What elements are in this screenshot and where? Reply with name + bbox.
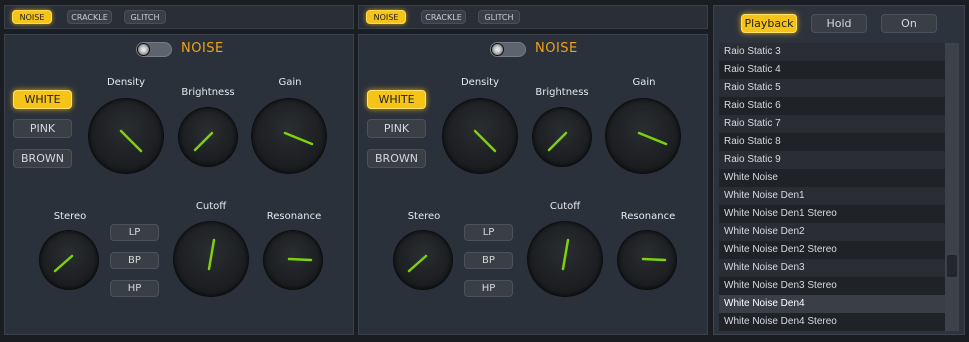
cutoff-knob[interactable] xyxy=(174,222,248,296)
pink-button[interactable]: PINK xyxy=(367,119,426,138)
tab-crackle[interactable]: CRACKLE xyxy=(421,10,466,24)
brown-button[interactable]: BROWN xyxy=(367,149,426,168)
preset-list[interactable]: Raio Static 3 Raio Static 4 Raio Static … xyxy=(719,43,959,331)
list-item[interactable]: Raio Static 5 xyxy=(719,79,945,97)
cutoff-label: Cutoff xyxy=(549,201,581,212)
preset-scrollbar[interactable] xyxy=(945,43,959,331)
density-label: Density xyxy=(106,77,146,88)
tab-glitch[interactable]: GLITCH xyxy=(124,10,166,24)
list-item[interactable]: White Noise Den1 xyxy=(719,187,945,205)
stereo-knob[interactable] xyxy=(40,231,98,289)
resonance-label: Resonance xyxy=(266,211,322,222)
cutoff-knob[interactable] xyxy=(528,222,602,296)
list-item[interactable]: White Noise Den4 Stereo xyxy=(719,313,945,331)
density-label: Density xyxy=(460,77,500,88)
list-item[interactable]: Raio Static 6 xyxy=(719,97,945,115)
resonance-label: Resonance xyxy=(620,211,676,222)
list-item[interactable]: Raio Static 8 xyxy=(719,133,945,151)
tab-glitch[interactable]: GLITCH xyxy=(478,10,520,24)
on-button[interactable]: On xyxy=(881,14,937,33)
tab-bar-right: NOISE CRACKLE GLITCH xyxy=(358,5,708,29)
pink-button[interactable]: PINK xyxy=(13,119,72,138)
list-item[interactable]: White Noise Den2 Stereo xyxy=(719,241,945,259)
brightness-label: Brightness xyxy=(181,87,235,98)
lp-button[interactable]: LP xyxy=(464,224,513,241)
list-item[interactable]: White Noise Den3 Stereo xyxy=(719,277,945,295)
stereo-label: Stereo xyxy=(407,211,441,222)
list-item[interactable]: White Noise xyxy=(719,169,945,187)
stereo-knob[interactable] xyxy=(394,231,452,289)
hold-button[interactable]: Hold xyxy=(811,14,867,33)
resonance-knob[interactable] xyxy=(618,231,676,289)
panel-title: NOISE xyxy=(181,41,224,56)
noise-panel-2: NOISE WHITE PINK BROWN Density Brightnes… xyxy=(358,34,708,335)
white-button[interactable]: WHITE xyxy=(13,90,72,109)
bp-button[interactable]: BP xyxy=(110,252,159,269)
brightness-knob[interactable] xyxy=(533,108,591,166)
brown-button[interactable]: BROWN xyxy=(13,149,72,168)
noise-enable-toggle[interactable] xyxy=(136,42,172,57)
density-knob[interactable] xyxy=(443,99,517,173)
tab-bar-left: NOISE CRACKLE GLITCH xyxy=(4,5,354,29)
tab-noise[interactable]: NOISE xyxy=(366,10,406,24)
gain-knob[interactable] xyxy=(606,99,680,173)
list-item[interactable]: Raio Static 3 xyxy=(719,43,945,61)
hp-button[interactable]: HP xyxy=(464,280,513,297)
noise-panel-1: NOISE WHITE PINK BROWN Density Brightnes… xyxy=(4,34,354,335)
resonance-knob[interactable] xyxy=(264,231,322,289)
list-item[interactable]: White Noise Den1 Stereo xyxy=(719,205,945,223)
gain-label: Gain xyxy=(278,77,302,88)
list-item[interactable]: Raio Static 9 xyxy=(719,151,945,169)
gain-label: Gain xyxy=(632,77,656,88)
cutoff-label: Cutoff xyxy=(195,201,227,212)
panel-title: NOISE xyxy=(535,41,578,56)
noise-enable-toggle[interactable] xyxy=(490,42,526,57)
brightness-knob[interactable] xyxy=(179,108,237,166)
gain-knob[interactable] xyxy=(252,99,326,173)
bp-button[interactable]: BP xyxy=(464,252,513,269)
tab-crackle[interactable]: CRACKLE xyxy=(67,10,112,24)
list-item-selected[interactable]: White Noise Den4 xyxy=(719,295,945,313)
white-button[interactable]: WHITE xyxy=(367,90,426,109)
tab-noise[interactable]: NOISE xyxy=(12,10,52,24)
brightness-label: Brightness xyxy=(535,87,589,98)
scrollbar-thumb[interactable] xyxy=(947,255,957,277)
hp-button[interactable]: HP xyxy=(110,280,159,297)
lp-button[interactable]: LP xyxy=(110,224,159,241)
list-item[interactable]: White Noise Den2 xyxy=(719,223,945,241)
stereo-label: Stereo xyxy=(53,211,87,222)
playback-button[interactable]: Playback xyxy=(741,14,797,33)
list-item[interactable]: Raio Static 7 xyxy=(719,115,945,133)
list-item[interactable]: White Noise Den3 xyxy=(719,259,945,277)
list-item[interactable]: Raio Static 4 xyxy=(719,61,945,79)
density-knob[interactable] xyxy=(89,99,163,173)
